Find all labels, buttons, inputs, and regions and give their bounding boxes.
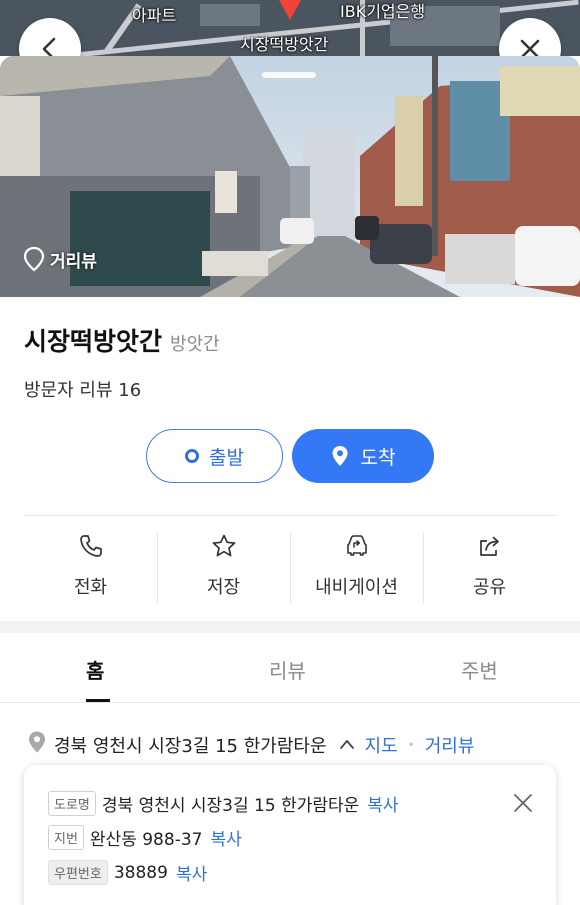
action-label: 내비게이션 (315, 577, 398, 598)
place-name: 시장떡방앗간 (24, 327, 163, 356)
origin-dot-icon (185, 449, 200, 463)
postal-code-line: 우편번호 38889 복사 (48, 860, 207, 885)
action-label: 저장 (206, 577, 241, 598)
lot-address-tag: 지번 (48, 825, 84, 850)
roadview-link[interactable]: 거리뷰 (425, 732, 475, 758)
action-call[interactable]: 전화 (24, 533, 157, 603)
tab-reviews[interactable]: 리뷰 (269, 655, 306, 684)
place-category: 방앗간 (170, 334, 220, 355)
postal-code-tag: 우편번호 (48, 860, 108, 885)
map-label-bank: IBK기업은행 (340, 2, 426, 21)
close-icon[interactable] (512, 792, 534, 814)
location-outline-icon (23, 246, 45, 272)
share-icon (479, 536, 499, 556)
address-detail-card: 도로명 경북 영천시 시장3길 15 한가람타운 복사 지번 완산동 988-3… (24, 765, 556, 905)
action-share[interactable]: 공유 (423, 533, 556, 603)
map-block (200, 4, 260, 26)
map-label-place: 시장떡방앗간 (240, 35, 329, 54)
address-row: 경북 영천시 시장3길 15 한가람타운 지도 • 거리뷰 (26, 730, 474, 759)
roadview-badge-label: 거리뷰 (50, 251, 97, 272)
postal-code: 38889 (113, 862, 168, 883)
depart-label: 출발 (209, 446, 244, 469)
map-label-apartment: 아파트 (132, 6, 177, 25)
roadview-badge[interactable]: 거리뷰 (22, 246, 97, 272)
action-save[interactable]: 저장 (157, 533, 290, 603)
section-divider (0, 621, 580, 633)
map-link[interactable]: 지도 (365, 732, 398, 758)
road-address-tag: 도로명 (48, 791, 96, 816)
place-header: 시장떡방앗간 방앗간 (24, 322, 220, 358)
action-label: 공유 (472, 577, 507, 598)
tab-nearby[interactable]: 주변 (461, 655, 498, 684)
copy-postal-code-button[interactable]: 복사 (176, 860, 207, 885)
phone-icon (79, 535, 102, 557)
tab-bar: 홈 리뷰 주변 (0, 633, 580, 703)
roadview-photo[interactable]: 거리뷰 (0, 56, 580, 297)
action-navigation[interactable]: 내비게이션 (290, 533, 423, 603)
map-preview[interactable]: 아파트 IBK기업은행 시장떡방앗간 (0, 0, 580, 56)
chevron-up-icon[interactable] (339, 735, 355, 754)
sheet-grabber[interactable] (262, 72, 316, 78)
car-navigation-icon (346, 535, 367, 556)
lot-address: 완산동 988-37 (89, 830, 203, 850)
tab-home[interactable]: 홈 (86, 655, 104, 684)
active-tab-indicator (86, 699, 110, 702)
copy-road-address-button[interactable]: 복사 (367, 791, 398, 816)
lot-address-line: 지번 완산동 988-37 복사 (48, 825, 242, 850)
arrive-button[interactable]: 도착 (292, 429, 434, 483)
road-address-line: 도로명 경북 영천시 시장3길 15 한가람타운 복사 (48, 791, 399, 816)
location-pin-icon (26, 730, 48, 759)
action-bar: 전화 저장 내비게이션 공유 (24, 533, 556, 603)
depart-button[interactable]: 출발 (146, 429, 283, 483)
road-address: 경북 영천시 시장3길 15 한가람타운 (101, 796, 360, 816)
action-label: 전화 (73, 577, 108, 598)
arrive-label: 도착 (360, 446, 396, 469)
dot-separator: • (407, 737, 415, 752)
location-pin-icon (332, 446, 348, 466)
address-summary: 경북 영천시 시장3길 15 한가람타운 (54, 735, 327, 757)
star-icon (212, 534, 235, 557)
divider (24, 515, 556, 516)
visitor-review-link[interactable]: 방문자 리뷰 16 (24, 376, 141, 402)
map-pin-icon (279, 0, 301, 20)
copy-lot-address-button[interactable]: 복사 (210, 825, 241, 850)
